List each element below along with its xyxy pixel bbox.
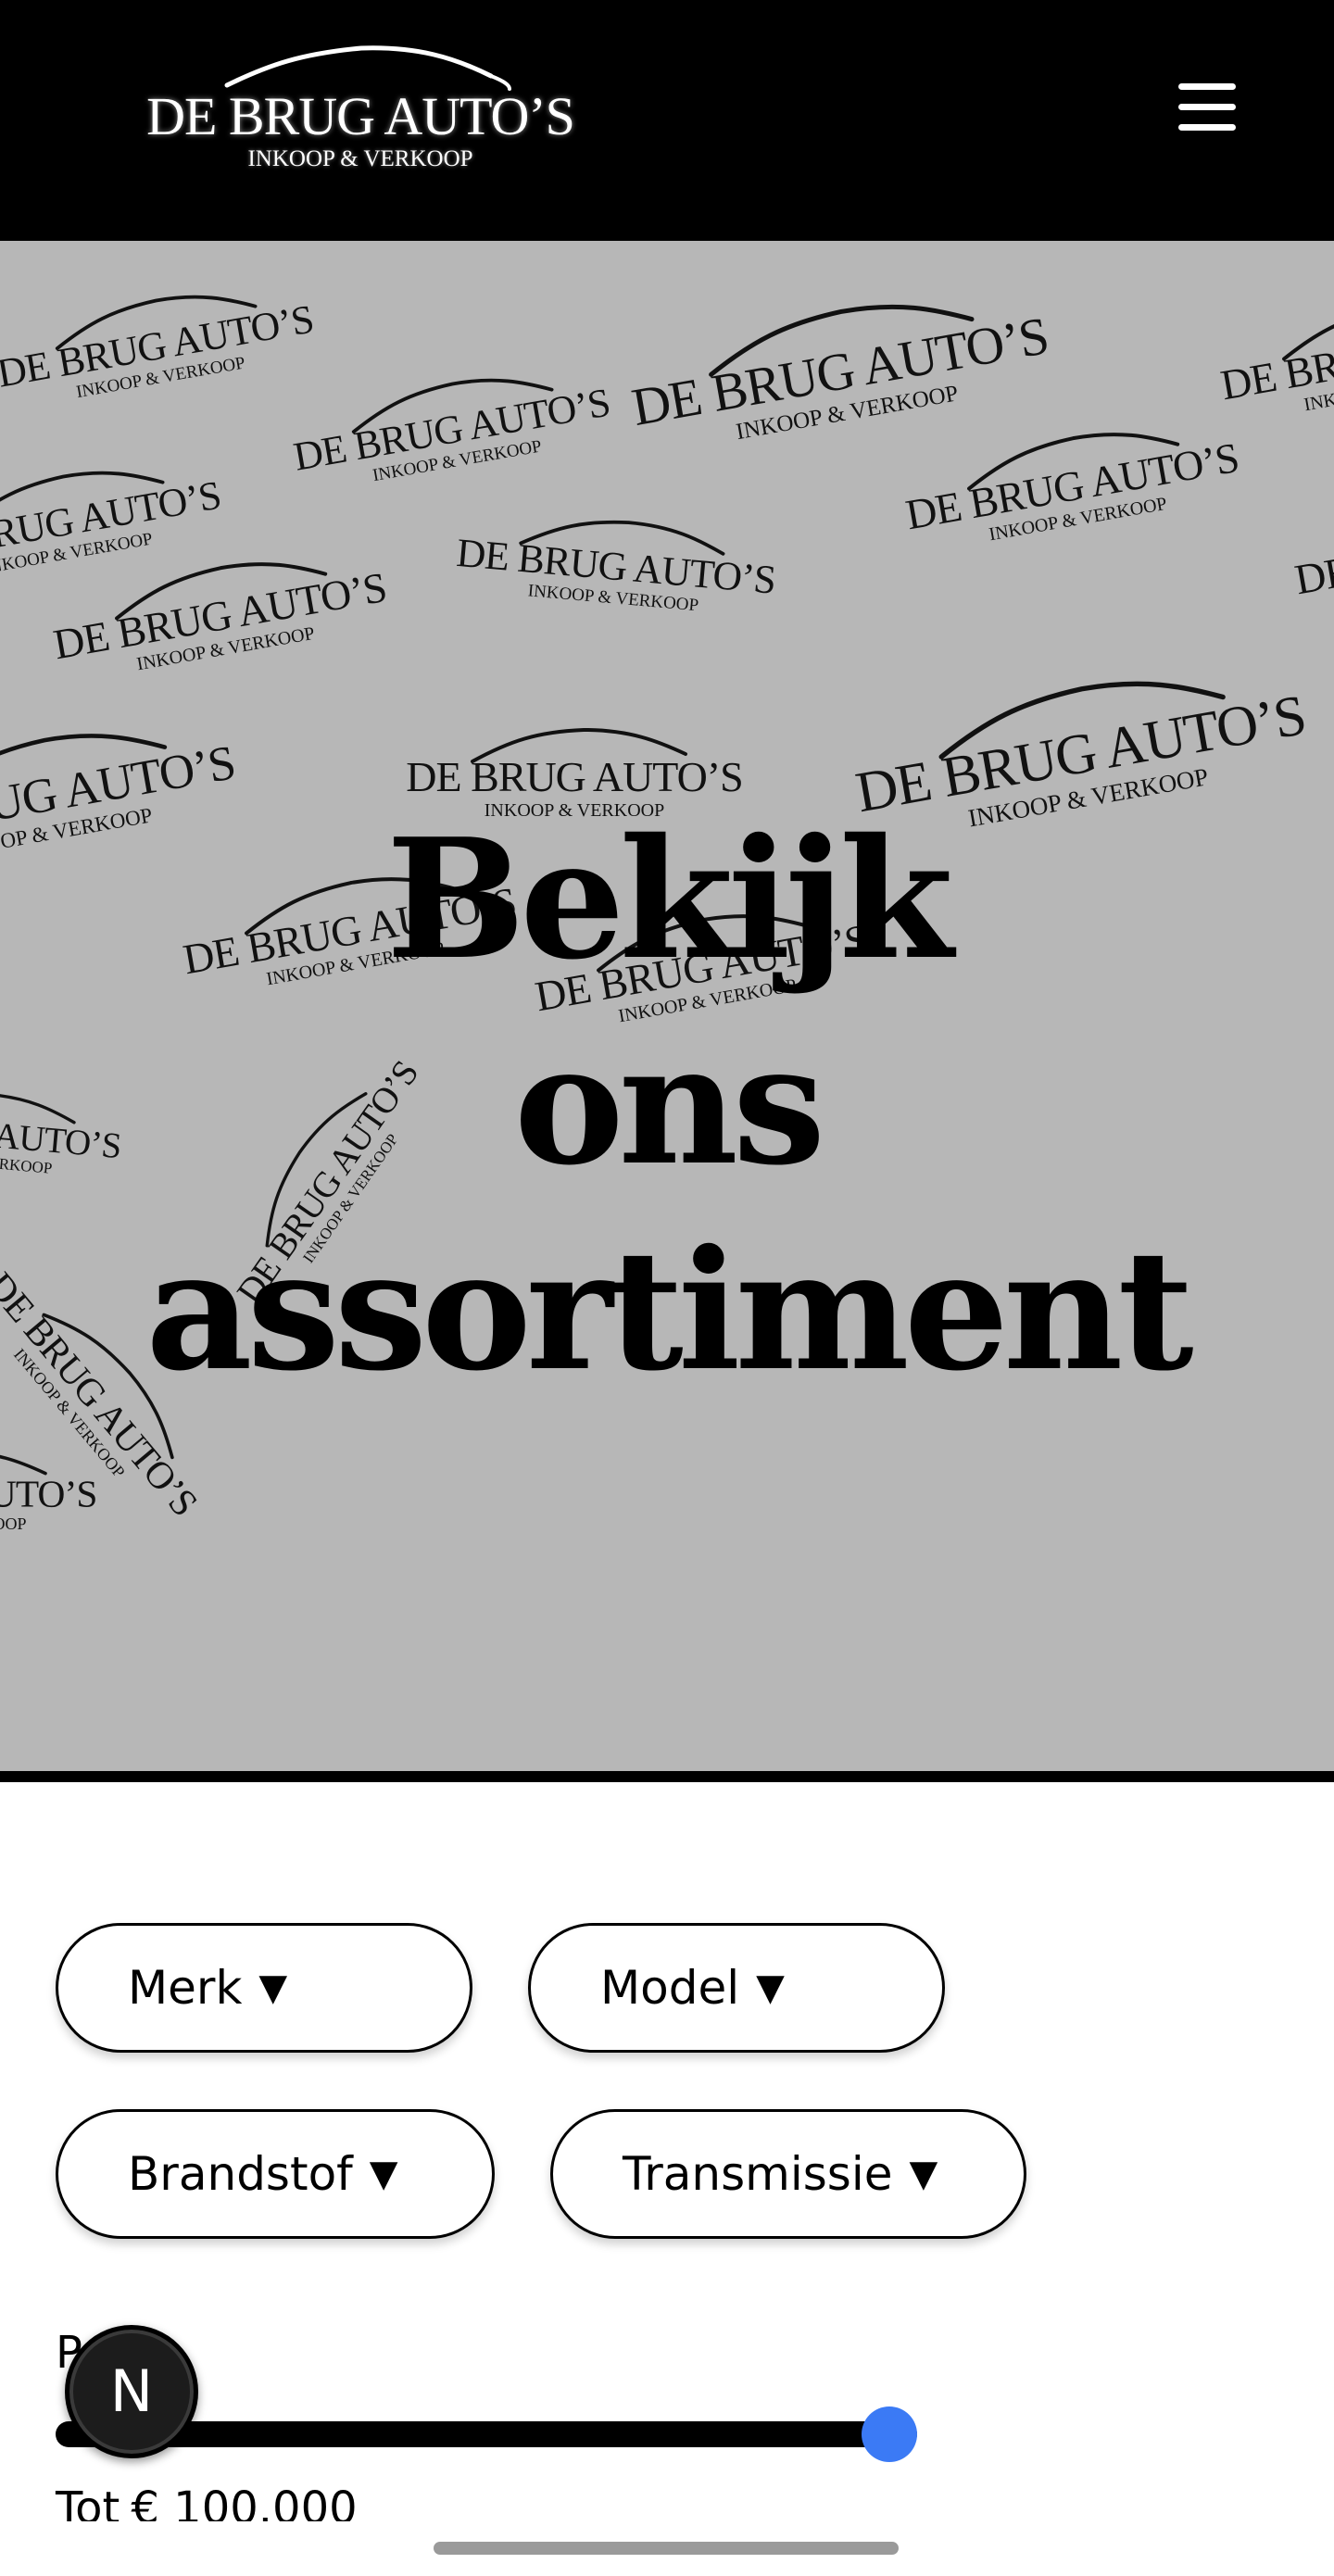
watermark-logo: DE BRUG AUTO’SINKOOP & VERKOOP: [0, 1074, 132, 1187]
hero-title-line: ons: [513, 1008, 825, 1201]
watermark-text: DE BRUG AUTO’S: [406, 753, 743, 800]
filter-transmissie-dropdown[interactable]: Transmissie ▼: [550, 2109, 1026, 2239]
logo-subtitle: INKOOP & VERKOOP: [247, 146, 473, 171]
watermark-logo: DE BRUG AUTO’SINKOOP & VERKOOP: [1278, 467, 1334, 628]
watermark-logo: DE BRUG AUTO’SINKOOP & VERKOOP: [0, 1445, 104, 1537]
filter-label: Brandstof: [128, 2147, 353, 2201]
filter-model-dropdown[interactable]: Model ▼: [528, 1923, 945, 2053]
hero-section: DE BRUG AUTO’S INKOOP & VERKOOP DE BRUG AU…: [0, 233, 1334, 1782]
nextjs-devtools-button[interactable]: N: [65, 2325, 198, 2458]
watermark-logo: DE BRUG AUTO’SINKOOP & VERKOOP: [889, 402, 1253, 563]
filter-merk-dropdown[interactable]: Merk ▼: [56, 1923, 472, 2053]
watermark-subtitle: INKOOP & VERKOOP: [0, 1514, 27, 1534]
site-logo[interactable]: DE BRUG AUTO’S INKOOP & VERKOOP: [139, 37, 584, 185]
filter-label: Model: [600, 1961, 740, 2015]
watermark-text: DE BRUG AUTO’S: [0, 1472, 97, 1515]
filter-label: Transmissie: [623, 2147, 893, 2201]
filter-label: Merk: [128, 1961, 243, 2015]
hero-title-line: assortiment: [145, 1213, 1193, 1407]
logo-text: DE BRUG AUTO’S: [146, 86, 575, 146]
watermark-logo: DE BRUG AUTO’SINKOOP & VERKOOP: [611, 267, 1067, 469]
page-title: Bekijk ons assortiment: [120, 797, 1214, 1414]
chevron-down-icon: ▼: [909, 2153, 938, 2195]
hamburger-menu-icon[interactable]: [1169, 74, 1245, 139]
home-indicator[interactable]: [434, 2542, 899, 2555]
chevron-down-icon: ▼: [756, 1967, 785, 2009]
price-slider-handle[interactable]: [862, 2406, 917, 2462]
hero-title-line: Bekijk: [385, 802, 953, 996]
filter-brandstof-dropdown[interactable]: Brandstof ▼: [56, 2109, 495, 2239]
hero-background: DE BRUG AUTO’S INKOOP & VERKOOP DE BRUG AU…: [0, 241, 1334, 1771]
watermark-logo: DE BRUG AUTO’SINKOOP & VERKOOP: [278, 349, 624, 503]
site-header: DE BRUG AUTO’S INKOOP & VERKOOP: [0, 0, 1334, 233]
watermark-logo: DE BRUG AUTO’SINKOOP & VERKOOP: [0, 266, 328, 420]
chevron-down-icon: ▼: [258, 1967, 288, 2009]
chevron-down-icon: ▼: [369, 2153, 398, 2195]
watermark-logo: DE BRUG AUTO’SINKOOP & VERKOOP: [446, 500, 787, 626]
